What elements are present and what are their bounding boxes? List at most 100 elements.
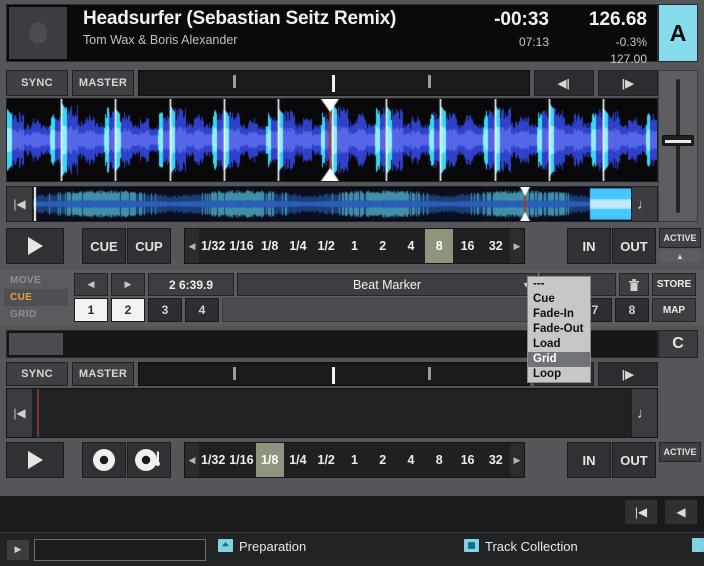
tree-item-track-collection[interactable]: Track Collection (458, 533, 704, 566)
deck-c-vinyl-mode-button[interactable] (82, 442, 126, 478)
deck-a-cup-button[interactable]: CUP (127, 228, 171, 264)
loop-size-4[interactable]: 4 (397, 443, 425, 477)
loop-size-8[interactable]: 8 (425, 229, 454, 263)
loop-size-next-icon[interactable]: ▶ (509, 443, 524, 477)
fader-handle[interactable] (662, 135, 694, 146)
loop-size-16[interactable]: 16 (453, 229, 481, 263)
time-display[interactable]: -00:33 07:13 (457, 5, 549, 61)
loop-size-1-32[interactable]: 1/32 (199, 229, 227, 263)
deck-c-jump-to-start-icon[interactable]: |◀ (7, 389, 33, 437)
hotcue-button-1[interactable]: 1 (74, 298, 108, 322)
cue-position-value[interactable]: 2 6:39.9 (148, 273, 234, 296)
hotcue-button-3[interactable]: 3 (148, 298, 182, 322)
phase-marker-center (332, 75, 336, 92)
loop-size-1-32[interactable]: 1/32 (199, 443, 227, 477)
panel-mode-move[interactable]: MOVE (4, 272, 68, 289)
dropdown-item-cue[interactable]: Cue (528, 292, 590, 307)
loop-size-8[interactable]: 8 (425, 443, 453, 477)
deck-c-sync-button[interactable]: SYNC (6, 362, 68, 386)
cue-name-select[interactable]: Beat Marker ▼ (237, 273, 537, 296)
panel-mode-grid[interactable]: GRID (4, 306, 68, 323)
deck-a-nudge-back-button[interactable]: ◀| (534, 70, 594, 96)
dropdown-item--[interactable]: --- (528, 277, 590, 292)
cue-type-dropdown-menu[interactable]: --- Cue Fade-In Fade-Out Load Grid Loop (527, 276, 591, 383)
deck-a-master-button[interactable]: MASTER (72, 70, 134, 96)
loop-size-1-8[interactable]: 1/8 (256, 229, 284, 263)
dropdown-item-fade-out[interactable]: Fade-Out (528, 322, 590, 337)
deck-a-active-group: ACTIVE ▲ (659, 228, 701, 264)
loop-size-1[interactable]: 1 (340, 443, 368, 477)
hotcue-button-8[interactable]: 8 (615, 298, 649, 322)
cue-prev-button[interactable]: ◀ (74, 273, 108, 296)
hotcue-button-2[interactable]: 2 (111, 298, 145, 322)
loop-size-1[interactable]: 1 (340, 229, 368, 263)
bottom-bar: |◀ ◀ ▶ Preparation Track Collection (0, 496, 704, 566)
delete-cue-button[interactable] (619, 273, 649, 296)
loop-size-1-4[interactable]: 1/4 (284, 229, 312, 263)
deck-a-play-button[interactable] (6, 228, 64, 264)
cue-next-button[interactable]: ▶ (111, 273, 145, 296)
bpm-display[interactable]: 126.68 -0.3% 127.00 (549, 5, 657, 66)
dropdown-item-grid[interactable]: Grid (528, 352, 590, 367)
key-lock-icon[interactable]: ♩ (631, 187, 657, 221)
deck-c-loop-in-button[interactable]: IN (567, 442, 611, 478)
loop-size-1-16[interactable]: 1/16 (227, 229, 255, 263)
deck-a-loop-in-button[interactable]: IN (567, 228, 611, 264)
nav-first-button[interactable]: |◀ (624, 499, 658, 525)
store-cue-button[interactable]: STORE (652, 273, 696, 296)
play-icon (27, 451, 43, 469)
track-title: Headsurfer (Sebastian Seitz Remix) (83, 8, 397, 29)
deck-a-loop-out-button[interactable]: OUT (612, 228, 656, 264)
deck-a-cue-button[interactable]: CUE (82, 228, 126, 264)
dropdown-item-load[interactable]: Load (528, 337, 590, 352)
tree-label: Preparation (239, 539, 307, 554)
deck-a-transport: CUE CUP ◀ 1/32 1/16 1/8 1/4 1/2 1 2 4 8 16 32 ▶ IN O… (6, 228, 701, 264)
loop-size-2[interactable]: 2 (369, 443, 397, 477)
loop-size-1-2[interactable]: 1/2 (312, 229, 340, 263)
deck-c-active-button[interactable]: ACTIVE (659, 442, 701, 462)
loop-size-prev-icon[interactable]: ◀ (185, 443, 199, 477)
deck-c-key-lock-icon[interactable]: ♩ (631, 389, 657, 437)
loop-size-32[interactable]: 32 (482, 443, 510, 477)
hotcue-row: 1 2 3 4 7 8 MAP (74, 298, 696, 322)
deck-c-master-button[interactable]: MASTER (72, 362, 134, 386)
deck-c-letter-button[interactable]: C (658, 330, 698, 358)
deck-a-overview-waveform[interactable]: |◀ ♩ (6, 186, 658, 222)
tree-item-preparation[interactable]: Preparation (212, 533, 458, 566)
loop-size-2[interactable]: 2 (369, 229, 397, 263)
deck-a-loop-size-bar[interactable]: ◀ 1/32 1/16 1/8 1/4 1/2 1 2 4 8 16 32 ▶ (184, 228, 525, 264)
loop-size-next-icon[interactable]: ▶ (509, 229, 524, 263)
map-button[interactable]: MAP (652, 298, 696, 322)
deck-c-scratch-mode-button[interactable] (127, 442, 171, 478)
deck-c-waveform[interactable]: |◀ ♩ (6, 388, 658, 438)
deck-a-expand-arrow-icon[interactable]: ▲ (659, 250, 701, 262)
loop-size-1-4[interactable]: 1/4 (284, 443, 312, 477)
deck-c-loop-out-button[interactable]: OUT (612, 442, 656, 478)
dropdown-item-loop[interactable]: Loop (528, 367, 590, 382)
deck-a-nudge-forward-button[interactable]: |▶ (598, 70, 658, 96)
hotcue-button-4[interactable]: 4 (185, 298, 219, 322)
loop-size-prev-icon[interactable]: ◀ (185, 229, 199, 263)
search-input[interactable] (34, 538, 206, 561)
deck-a-sync-button[interactable]: SYNC (6, 70, 68, 96)
loop-size-32[interactable]: 32 (482, 229, 510, 263)
loop-size-1-8[interactable]: 1/8 (255, 443, 284, 477)
search-expand-icon[interactable]: ▶ (6, 538, 30, 561)
nav-back-button[interactable]: ◀ (664, 499, 698, 525)
dropdown-item-fade-in[interactable]: Fade-In (528, 307, 590, 322)
jump-to-start-icon[interactable]: |◀ (7, 187, 33, 221)
deck-a-waveform[interactable] (6, 98, 658, 182)
deck-c-loop-size-bar[interactable]: ◀ 1/32 1/16 1/8 1/4 1/2 1 2 4 8 16 32 ▶ (184, 442, 525, 478)
loop-size-4[interactable]: 4 (397, 229, 425, 263)
loop-size-1-2[interactable]: 1/2 (312, 443, 340, 477)
cue-edit-row: ◀ ▶ 2 6:39.9 Beat Marker ▼ STORE (74, 273, 696, 296)
loop-size-1-16[interactable]: 1/16 (227, 443, 255, 477)
deck-c-nudge-forward-button[interactable]: |▶ (598, 362, 658, 386)
deck-a-tempo-fader[interactable] (658, 70, 698, 222)
deck-a-active-button[interactable]: ACTIVE (659, 228, 701, 248)
deck-a-letter-button[interactable]: A (658, 4, 698, 62)
loop-size-16[interactable]: 16 (453, 443, 481, 477)
folder-icon (218, 539, 233, 552)
deck-c-play-button[interactable] (6, 442, 64, 478)
panel-mode-cue[interactable]: CUE (4, 289, 68, 306)
